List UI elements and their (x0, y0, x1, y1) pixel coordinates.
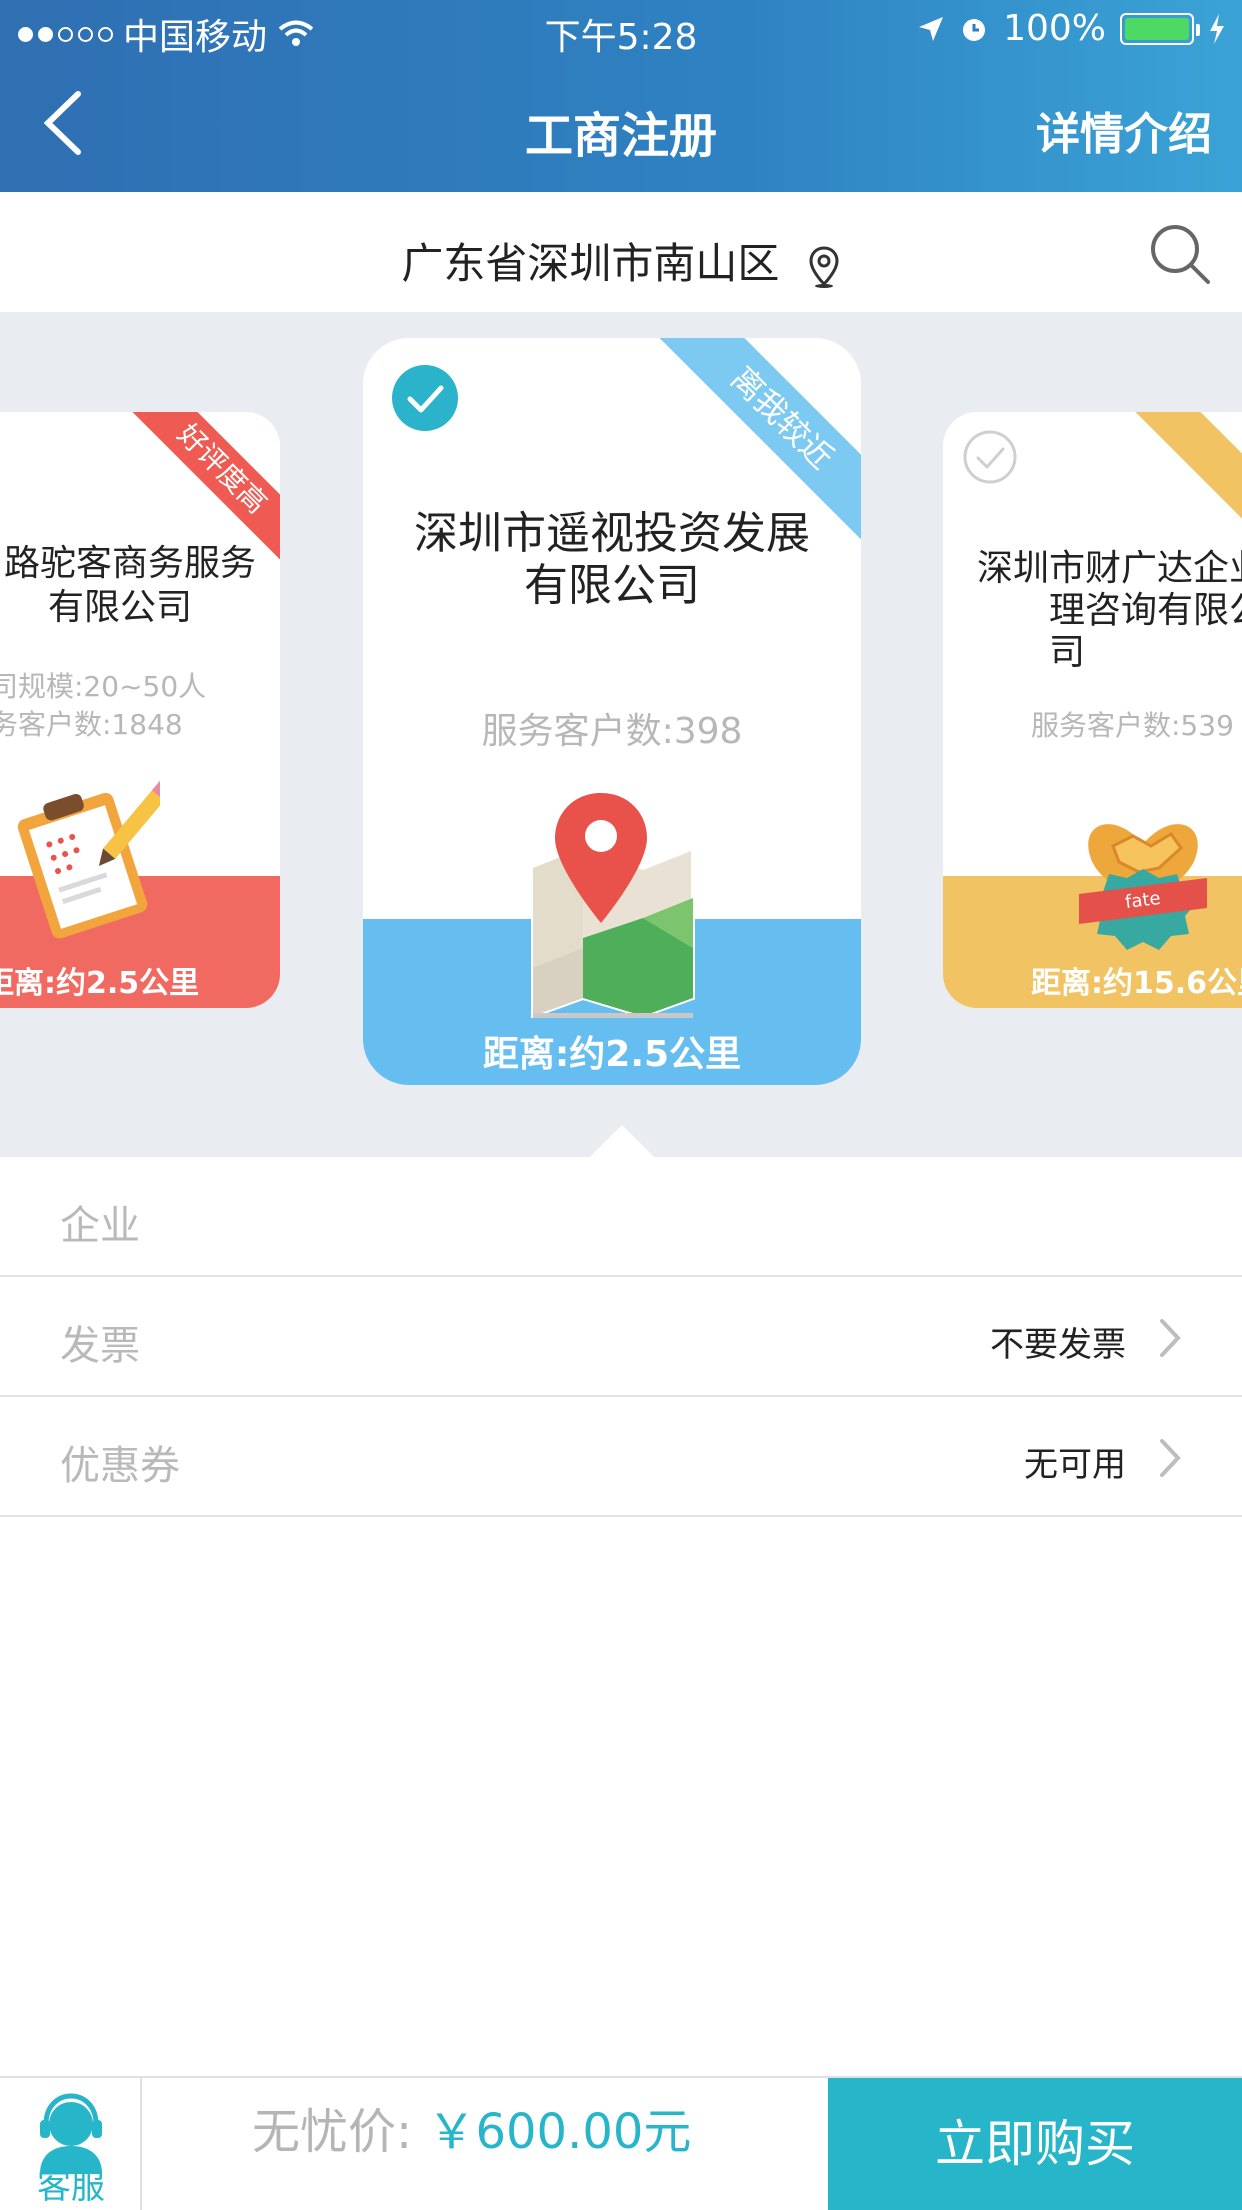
top-bar: 中国移动 下午5:28 100% 工商注册 详情介绍 (0, 0, 1242, 192)
location-text[interactable]: 广东省深圳市南山区 (401, 239, 779, 288)
card-name-line1: 深圳市财广达企业 (977, 548, 1242, 589)
coupon-label: 优惠券 (60, 1443, 180, 1489)
invoice-label: 发票 (60, 1323, 140, 1369)
unselected-check-icon[interactable] (963, 430, 1017, 484)
card-name-line1: 路驼客商务服务 (3, 543, 256, 584)
card-name-line2: 有限公司 (524, 560, 700, 611)
selection-pointer (590, 1125, 654, 1157)
clipboard-icon (17, 779, 160, 939)
card-name-line1: 深圳市遥视投资发展 (414, 508, 810, 559)
svg-text:fate: fate (1124, 888, 1162, 913)
status-bar: 中国移动 下午5:28 100% (0, 0, 1242, 60)
card-name-line2: 理咨询有限公司 (1049, 590, 1242, 673)
selected-check-icon[interactable] (391, 364, 459, 432)
price-value: ￥600.00元 (427, 2104, 692, 2160)
invoice-row[interactable]: 发票 不要发票 (0, 1277, 1242, 1397)
map-pin-icon (531, 793, 695, 1018)
card-distance: 距离:约15.6公里 (1031, 966, 1242, 1001)
chevron-right-icon (1160, 1439, 1181, 1477)
chevron-right-icon (1160, 1319, 1181, 1357)
card-meta-line1: 服务客户数:398 (481, 711, 743, 752)
card-distance: 距离:约2.5公里 (0, 966, 200, 1001)
card-meta-line1: 服务客户数:539 (1031, 709, 1234, 742)
battery-percent: 100% (1003, 8, 1106, 49)
card-name-line2: 有限公司 (47, 587, 192, 628)
location-pin-icon[interactable] (807, 245, 841, 289)
price-display: 无忧价: ￥600.00元 (252, 2092, 691, 2162)
card-ribbon (1123, 412, 1242, 571)
price-label: 无忧价: (252, 2104, 413, 2160)
location-bar: 广东省深圳市南山区 (0, 192, 1242, 312)
company-carousel: 好评度高 路驼客商务服务 有限公司 司规模:20~50人 务客户数:1848 距… (0, 312, 1242, 1157)
coupon-value: 无可用 (1024, 1445, 1126, 1485)
detail-button[interactable]: 详情介绍 (1036, 98, 1212, 162)
handshake-badge-icon: fate (1079, 824, 1207, 950)
company-card-right[interactable]: 深圳市财广达企业 理咨询有限公司 服务客户数:539 fate 距离:约15.6… (943, 412, 1242, 1008)
coupon-row[interactable]: 优惠券 无可用 (0, 1397, 1242, 1517)
invoice-value: 不要发票 (990, 1325, 1126, 1365)
card-meta-line2: 务客户数:1848 (0, 708, 183, 741)
search-icon[interactable] (1148, 222, 1212, 286)
customer-service-button[interactable]: 客服 (0, 2078, 142, 2210)
alarm-icon (963, 18, 986, 41)
location-arrow-icon (919, 16, 944, 41)
card-meta-line1: 司规模:20~50人 (0, 670, 207, 703)
company-label: 企业 (60, 1203, 140, 1249)
battery-icon (1120, 12, 1200, 45)
customer-service-label: 客服 (37, 2167, 105, 2207)
buy-now-button[interactable]: 立即购买 (828, 2078, 1242, 2210)
nav-bar: 工商注册 详情介绍 (0, 60, 1242, 192)
charging-icon (1210, 13, 1224, 44)
company-card-selected[interactable]: 离我较近 深圳市遥视投资发展 有限公司 服务客户数:398 距离:约2.5公里 (363, 338, 861, 1085)
company-row[interactable]: 企业 (0, 1157, 1242, 1277)
company-card-left[interactable]: 好评度高 路驼客商务服务 有限公司 司规模:20~50人 务客户数:1848 距… (0, 412, 280, 1008)
bottom-bar: 客服 无忧价: ￥600.00元 立即购买 (0, 2076, 1242, 2210)
card-distance: 距离:约2.5公里 (482, 1034, 742, 1075)
